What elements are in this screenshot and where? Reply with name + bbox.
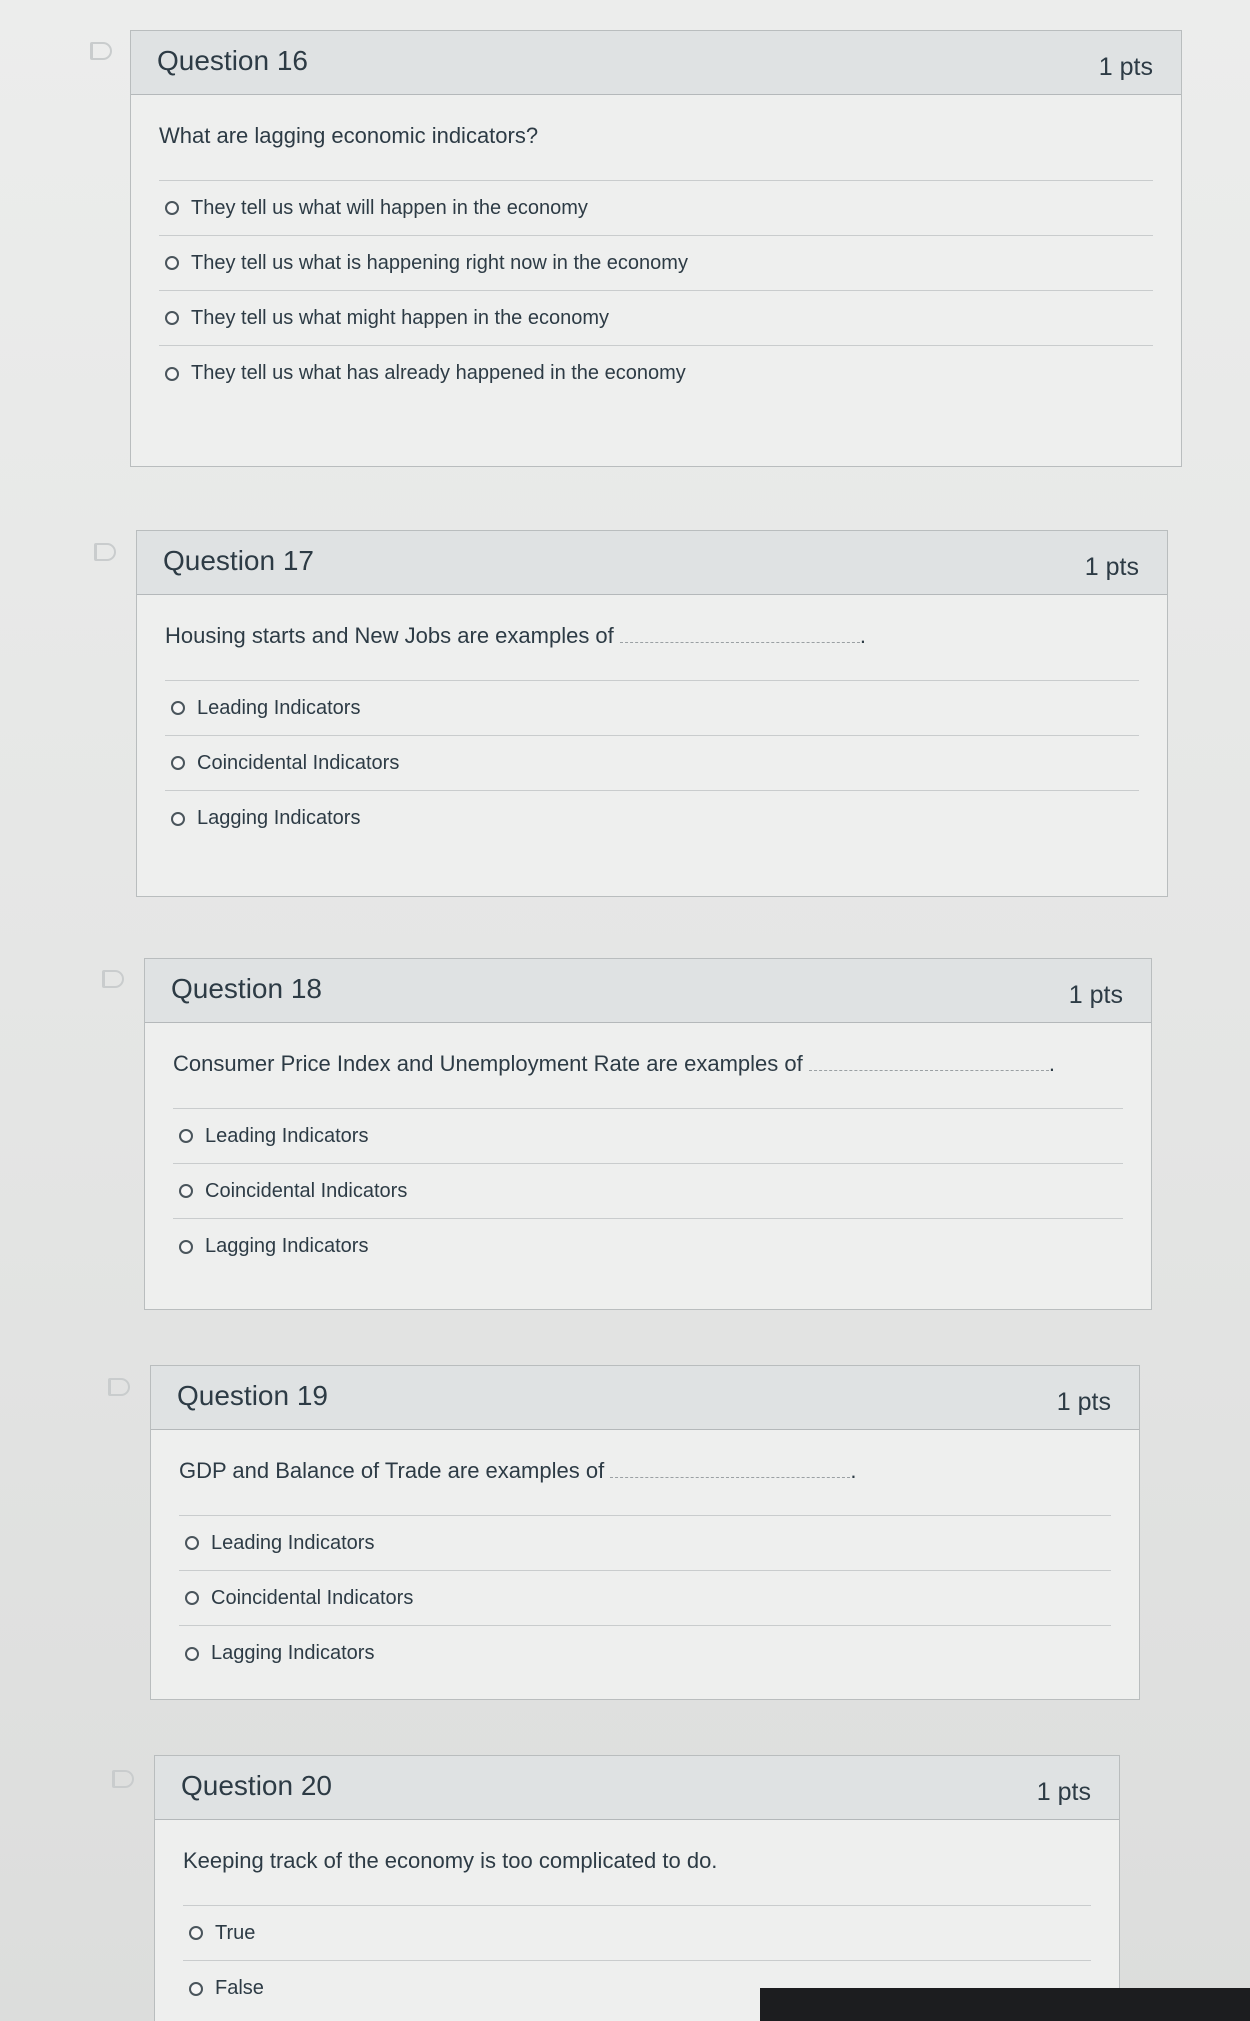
question-17-points: 1 pts [1084, 553, 1139, 581]
question-18-card: Question 18 1 pts Consumer Price Index a… [144, 958, 1152, 1310]
radio-icon[interactable] [185, 1591, 199, 1605]
question-18-text: Consumer Price Index and Unemployment Ra… [173, 1051, 1123, 1109]
question-19-body: GDP and Balance of Trade are examples of… [151, 1430, 1139, 1681]
question-16-points: 1 pts [1098, 53, 1153, 81]
question-16-answer-1[interactable]: They tell us what will happen in the eco… [159, 181, 1153, 236]
question-17-answer-1[interactable]: Leading Indicators [165, 681, 1139, 736]
radio-icon[interactable] [171, 701, 185, 715]
question-19-answer-2[interactable]: Coincidental Indicators [179, 1571, 1111, 1626]
question-20-header: Question 20 1 pts [155, 1756, 1119, 1820]
question-17-answer-2[interactable]: Coincidental Indicators [165, 736, 1139, 791]
radio-icon[interactable] [165, 366, 179, 381]
question-16-text: What are lagging economic indicators? [159, 123, 1153, 181]
question-19-card: Question 19 1 pts GDP and Balance of Tra… [150, 1365, 1140, 1700]
question-16-title: Question 16 [157, 45, 308, 76]
fill-in-blank [610, 1459, 851, 1478]
question-19-points: 1 pts [1056, 1388, 1111, 1416]
question-20-card: Question 20 1 pts Keeping track of the e… [154, 1755, 1120, 2021]
question-20-text: Keeping track of the economy is too comp… [183, 1848, 1091, 1906]
question-18-answer-3[interactable]: Lagging Indicators [173, 1219, 1123, 1274]
question-16-answer-4[interactable]: They tell us what has already happened i… [159, 346, 1153, 401]
question-18-header: Question 18 1 pts [145, 959, 1151, 1023]
question-17-card: Question 17 1 pts Housing starts and New… [136, 530, 1168, 897]
question-19-answer-1[interactable]: Leading Indicators [179, 1516, 1111, 1571]
radio-icon[interactable] [171, 811, 185, 826]
radio-icon[interactable] [165, 201, 179, 215]
radio-icon[interactable] [165, 256, 179, 270]
radio-icon[interactable] [185, 1536, 199, 1550]
radio-icon[interactable] [171, 756, 185, 770]
flag-question-18-icon[interactable] [102, 970, 124, 988]
question-17-text: Housing starts and New Jobs are examples… [165, 623, 1139, 681]
taskbar-strip [760, 1988, 1250, 2021]
question-19-answer-3[interactable]: Lagging Indicators [179, 1626, 1111, 1681]
question-16-answer-2[interactable]: They tell us what is happening right now… [159, 236, 1153, 291]
question-17-header: Question 17 1 pts [137, 531, 1167, 595]
question-18-answer-2[interactable]: Coincidental Indicators [173, 1164, 1123, 1219]
radio-icon[interactable] [179, 1184, 193, 1198]
question-17-body: Housing starts and New Jobs are examples… [137, 595, 1167, 846]
flag-question-20-icon[interactable] [112, 1770, 134, 1788]
fill-in-blank [619, 624, 860, 643]
question-20-body: Keeping track of the economy is too comp… [155, 1820, 1119, 2016]
question-19-title: Question 19 [177, 1380, 328, 1411]
question-16-header: Question 16 1 pts [131, 31, 1181, 95]
question-16-answer-3[interactable]: They tell us what might happen in the ec… [159, 291, 1153, 346]
question-16-card: Question 16 1 pts What are lagging econo… [130, 30, 1182, 467]
question-20-points: 1 pts [1036, 1778, 1091, 1806]
question-16-body: What are lagging economic indicators? Th… [131, 95, 1181, 401]
question-20-title: Question 20 [181, 1770, 332, 1801]
flag-question-17-icon[interactable] [94, 543, 116, 561]
question-18-points: 1 pts [1068, 981, 1123, 1009]
question-17-title: Question 17 [163, 545, 314, 576]
quiz-page: Question 16 1 pts What are lagging econo… [0, 0, 1250, 2021]
radio-icon[interactable] [179, 1129, 193, 1143]
radio-icon[interactable] [185, 1646, 199, 1661]
question-17-answer-3[interactable]: Lagging Indicators [165, 791, 1139, 846]
flag-question-19-icon[interactable] [108, 1378, 130, 1396]
question-19-text: GDP and Balance of Trade are examples of… [179, 1458, 1111, 1516]
question-18-title: Question 18 [171, 973, 322, 1004]
question-20-answer-1[interactable]: True [183, 1906, 1091, 1961]
fill-in-blank [808, 1052, 1049, 1071]
question-18-answer-1[interactable]: Leading Indicators [173, 1109, 1123, 1164]
radio-icon[interactable] [165, 311, 179, 325]
question-18-body: Consumer Price Index and Unemployment Ra… [145, 1023, 1151, 1274]
radio-icon[interactable] [189, 1981, 203, 1996]
question-19-header: Question 19 1 pts [151, 1366, 1139, 1430]
flag-question-16-icon[interactable] [90, 42, 112, 60]
radio-icon[interactable] [179, 1239, 193, 1254]
radio-icon[interactable] [189, 1926, 203, 1940]
